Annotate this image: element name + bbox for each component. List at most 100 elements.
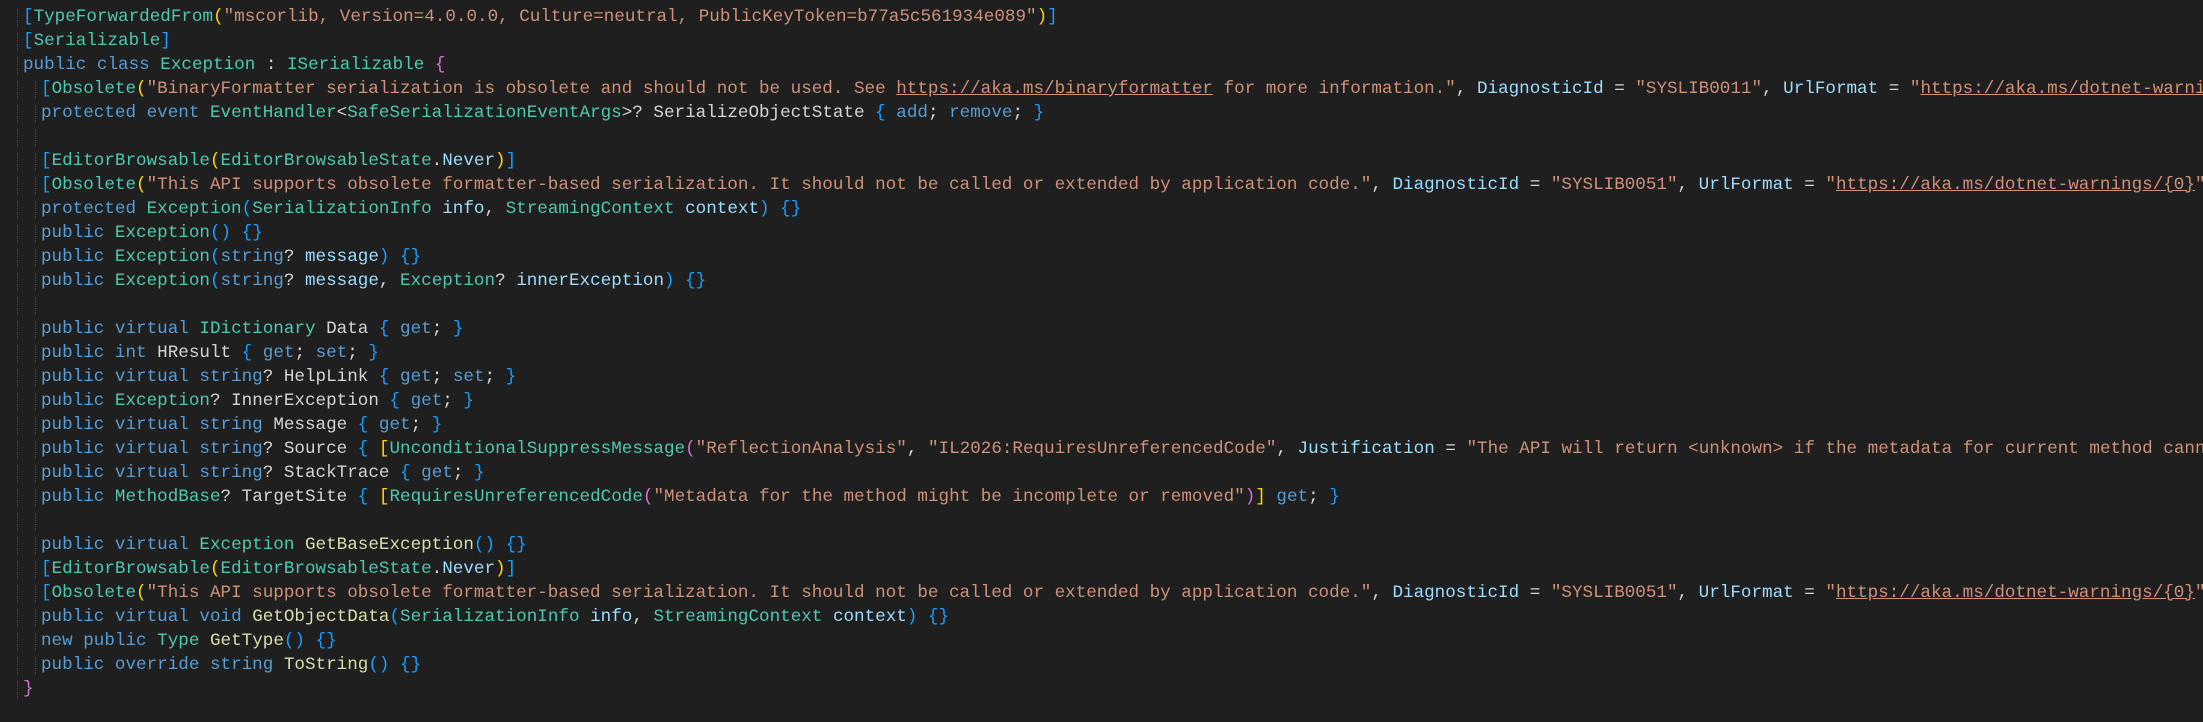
code-line[interactable]: } <box>0 677 2203 701</box>
type-token: Exception <box>114 391 210 411</box>
line-content: [Serializable] <box>23 29 171 53</box>
code-line[interactable]: public virtual string? StackTrace { get;… <box>0 461 2203 485</box>
keyword-token: public <box>41 463 105 483</box>
code-line[interactable]: [Obsolete("This API supports obsolete fo… <box>0 173 2203 197</box>
bracket-token: } <box>368 343 379 363</box>
code-line[interactable]: public virtual string? HelpLink { get; s… <box>0 365 2203 389</box>
code-text: ? <box>262 463 284 483</box>
keyword-token: get <box>1276 487 1309 507</box>
code-text: ? <box>495 271 517 291</box>
code-line[interactable]: public virtual Exception GetBaseExceptio… <box>0 533 2203 557</box>
code-line[interactable]: [Serializable] <box>0 29 2203 53</box>
bracket-token: {} <box>400 655 422 675</box>
code-line[interactable]: public virtual IDictionary Data { get; } <box>0 317 2203 341</box>
bracket-token: ) <box>759 199 770 219</box>
url-link[interactable]: https://aka.ms/binaryformatter <box>896 79 1213 99</box>
code-line[interactable]: public Exception(string? message) {} <box>0 245 2203 269</box>
type-token: RequiresUnreferencedCode <box>389 487 643 507</box>
code-line[interactable]: [EditorBrowsable(EditorBrowsableState.Ne… <box>0 557 2203 581</box>
code-line[interactable]: public virtual string Message { get; } <box>0 413 2203 437</box>
code-line[interactable]: public override string ToString() {} <box>0 653 2203 677</box>
indent-guide <box>17 609 18 627</box>
code-line[interactable]: public class Exception : ISerializable { <box>0 53 2203 77</box>
code-line[interactable]: [TypeForwardedFrom("mscorlib, Version=4.… <box>0 5 2203 29</box>
url-link[interactable]: https://aka.ms/dotnet-warnings/{0} <box>1836 175 2195 195</box>
code-line[interactable]: protected event EventHandler<SafeSeriali… <box>0 101 2203 125</box>
url-link[interactable]: https://aka.ms/dotnet-warnings/{0} <box>1920 79 2203 99</box>
code-line[interactable]: [Obsolete("BinaryFormatter serialization… <box>0 77 2203 101</box>
bracket-token: ( <box>136 583 147 603</box>
blank-line[interactable] <box>0 125 2203 149</box>
bracket-token: } <box>452 319 464 339</box>
code-line[interactable]: new public Type GetType() {} <box>0 629 2203 653</box>
code-line[interactable]: public Exception? InnerException { get; … <box>0 389 2203 413</box>
code-line[interactable]: public Exception() {} <box>0 221 2203 245</box>
bracket-token: ( <box>213 7 224 27</box>
code-text: . <box>431 151 443 171</box>
keyword-token: add <box>896 103 928 123</box>
url-link[interactable]: https://aka.ms/dotnet-warnings/{0} <box>1836 583 2195 603</box>
code-line[interactable]: public Exception(string? message, Except… <box>0 269 2203 293</box>
indent-guide <box>17 369 18 387</box>
bracket-token: { <box>389 391 401 411</box>
code-text: : <box>255 55 287 75</box>
indent-guide <box>35 513 36 531</box>
keyword-token: public <box>41 535 105 555</box>
code-text: SerializeObjectState <box>653 103 865 123</box>
string-literal: "The API will return <unknown> if the me… <box>1466 439 2203 459</box>
bracket-token: ] <box>160 31 171 51</box>
string-literal: "SYSLIB0051" <box>1550 175 1678 195</box>
type-token: Exception <box>146 199 242 219</box>
blank-line[interactable] <box>0 509 2203 533</box>
code-line[interactable]: public int HResult { get; set; } <box>0 341 2203 365</box>
bracket-token: ] <box>1255 487 1266 507</box>
method-name-token: GetObjectData <box>252 607 390 627</box>
code-text: , <box>1762 79 1784 99</box>
code-text: = <box>1793 583 1826 603</box>
code-line[interactable]: [EditorBrowsable(EditorBrowsableState.Ne… <box>0 149 2203 173</box>
indent-guide <box>35 417 36 435</box>
bracket-token: } <box>1329 487 1340 507</box>
code-text: , <box>1677 175 1699 195</box>
code-line[interactable]: public MethodBase? TargetSite { [Require… <box>0 485 2203 509</box>
keyword-token: public <box>41 607 105 627</box>
code-text: Source <box>283 439 348 459</box>
bracket-token: { <box>357 439 369 459</box>
type-token: Serializable <box>33 31 161 51</box>
code-text: , <box>1677 583 1699 603</box>
code-line[interactable]: public virtual void GetObjectData(Serial… <box>0 605 2203 629</box>
indent-guide <box>35 273 36 291</box>
indent-guide <box>17 321 18 339</box>
indent-guide <box>17 537 18 555</box>
bracket-token: [ <box>41 559 52 579</box>
indent-guide <box>17 201 18 219</box>
code-text: = <box>1519 583 1551 603</box>
bracket-token: {} <box>685 271 707 291</box>
blank-line[interactable] <box>0 293 2203 317</box>
identifier-token: info <box>590 607 633 627</box>
line-content: public class Exception : ISerializable { <box>23 53 445 77</box>
code-editor[interactable]: [TypeForwardedFrom("mscorlib, Version=4.… <box>0 0 2203 722</box>
code-line[interactable]: [Obsolete("This API supports obsolete fo… <box>0 581 2203 605</box>
type-token: MethodBase <box>114 487 221 507</box>
indent-guide <box>17 297 18 315</box>
bracket-token: ] <box>1047 7 1058 27</box>
string-literal: "IL2026:RequiresUnreferencedCode" <box>927 439 1277 459</box>
bracket-token: { <box>378 319 390 339</box>
code-line[interactable]: public virtual string? Source { [Uncondi… <box>0 437 2203 461</box>
keyword-token: string <box>220 271 284 291</box>
bracket-token: ( <box>209 559 221 579</box>
type-token: TypeForwardedFrom <box>33 7 214 27</box>
bracket-token: () <box>209 223 232 243</box>
bracket-token: ( <box>209 151 221 171</box>
code-line[interactable]: protected Exception(SerializationInfo in… <box>0 197 2203 221</box>
keyword-token: public <box>41 319 105 339</box>
